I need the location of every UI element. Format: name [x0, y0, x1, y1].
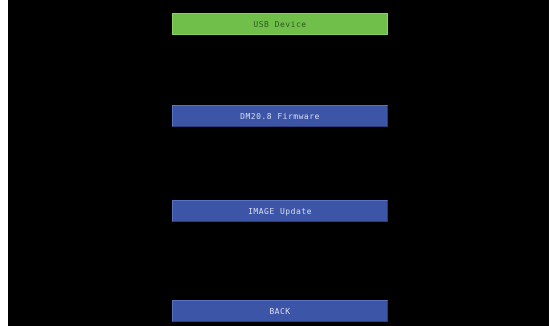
usb-device-button[interactable]: USB Device — [172, 13, 388, 35]
usb-device-label: USB Device — [253, 19, 307, 29]
image-update-button[interactable]: IMAGE Update — [172, 200, 388, 222]
back-label: BACK — [269, 306, 291, 316]
image-update-label: IMAGE Update — [248, 206, 312, 216]
firmware-button[interactable]: DM20.8 Firmware — [172, 105, 388, 127]
back-button[interactable]: BACK — [172, 300, 388, 322]
firmware-label: DM20.8 Firmware — [240, 111, 320, 121]
menu-screen: USB Device DM20.8 Firmware IMAGE Update … — [8, 0, 549, 326]
